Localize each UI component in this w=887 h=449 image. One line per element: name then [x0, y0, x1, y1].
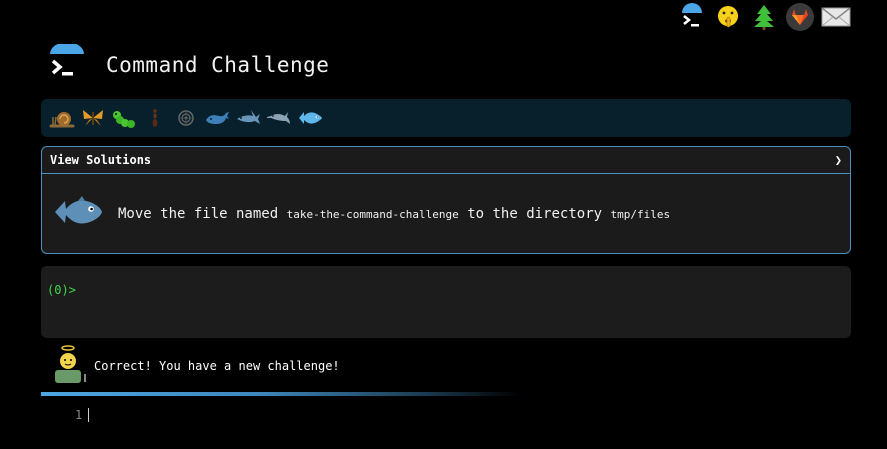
page-title: Command Challenge [106, 53, 330, 77]
command-editor[interactable]: 1 [41, 404, 851, 434]
gitlab-icon[interactable] [785, 2, 815, 32]
level-shark-icon[interactable] [233, 103, 263, 133]
envelope-icon[interactable] [821, 2, 851, 32]
terminal-prompt: (0)> [47, 283, 76, 297]
level-caterpillar-icon[interactable] [109, 103, 139, 133]
page-header: Command Challenge [46, 42, 330, 86]
fish-icon [52, 192, 104, 236]
top-nav [677, 2, 851, 32]
text-cursor [88, 408, 89, 422]
line-number: 1 [75, 408, 83, 422]
task-description: Move the file named take-the-command-cha… [118, 206, 670, 222]
feedback-row: Correct! You have a new challenge! [52, 344, 340, 388]
view-solutions-label: View Solutions [50, 153, 152, 167]
task-file: take-the-command-challenge [286, 208, 459, 221]
shushing-face-icon[interactable] [713, 2, 743, 32]
challenge-body: Move the file named take-the-command-cha… [42, 174, 850, 254]
logo-icon [46, 42, 88, 86]
task-dir: tmp/files [610, 208, 671, 221]
level-butterfly-icon[interactable] [78, 103, 108, 133]
task-middle: to the directory [458, 206, 611, 222]
view-solutions-toggle[interactable]: View Solutions ❯ [42, 147, 850, 174]
terminal-input[interactable] [83, 282, 788, 298]
level-fish-icon[interactable] [295, 103, 325, 133]
command-challenge-logo-icon[interactable] [677, 2, 707, 32]
level-bar [41, 99, 851, 137]
level-ant-icon[interactable] [140, 103, 170, 133]
tree-icon[interactable] [749, 2, 779, 32]
challenge-panel: View Solutions ❯ Move the file named tak… [41, 146, 851, 254]
progress-bar [41, 392, 521, 396]
feedback-message: Correct! You have a new challenge! [94, 359, 340, 373]
level-shell-icon[interactable] [171, 103, 201, 133]
terminal[interactable]: (0)> [41, 266, 851, 338]
task-prefix: Move the file named [118, 206, 287, 222]
chevron-right-icon: ❯ [834, 153, 842, 167]
angel-face-icon [52, 344, 90, 388]
level-snail-icon[interactable] [47, 103, 77, 133]
level-whale-icon[interactable] [202, 103, 232, 133]
level-dolphin-icon[interactable] [264, 103, 294, 133]
